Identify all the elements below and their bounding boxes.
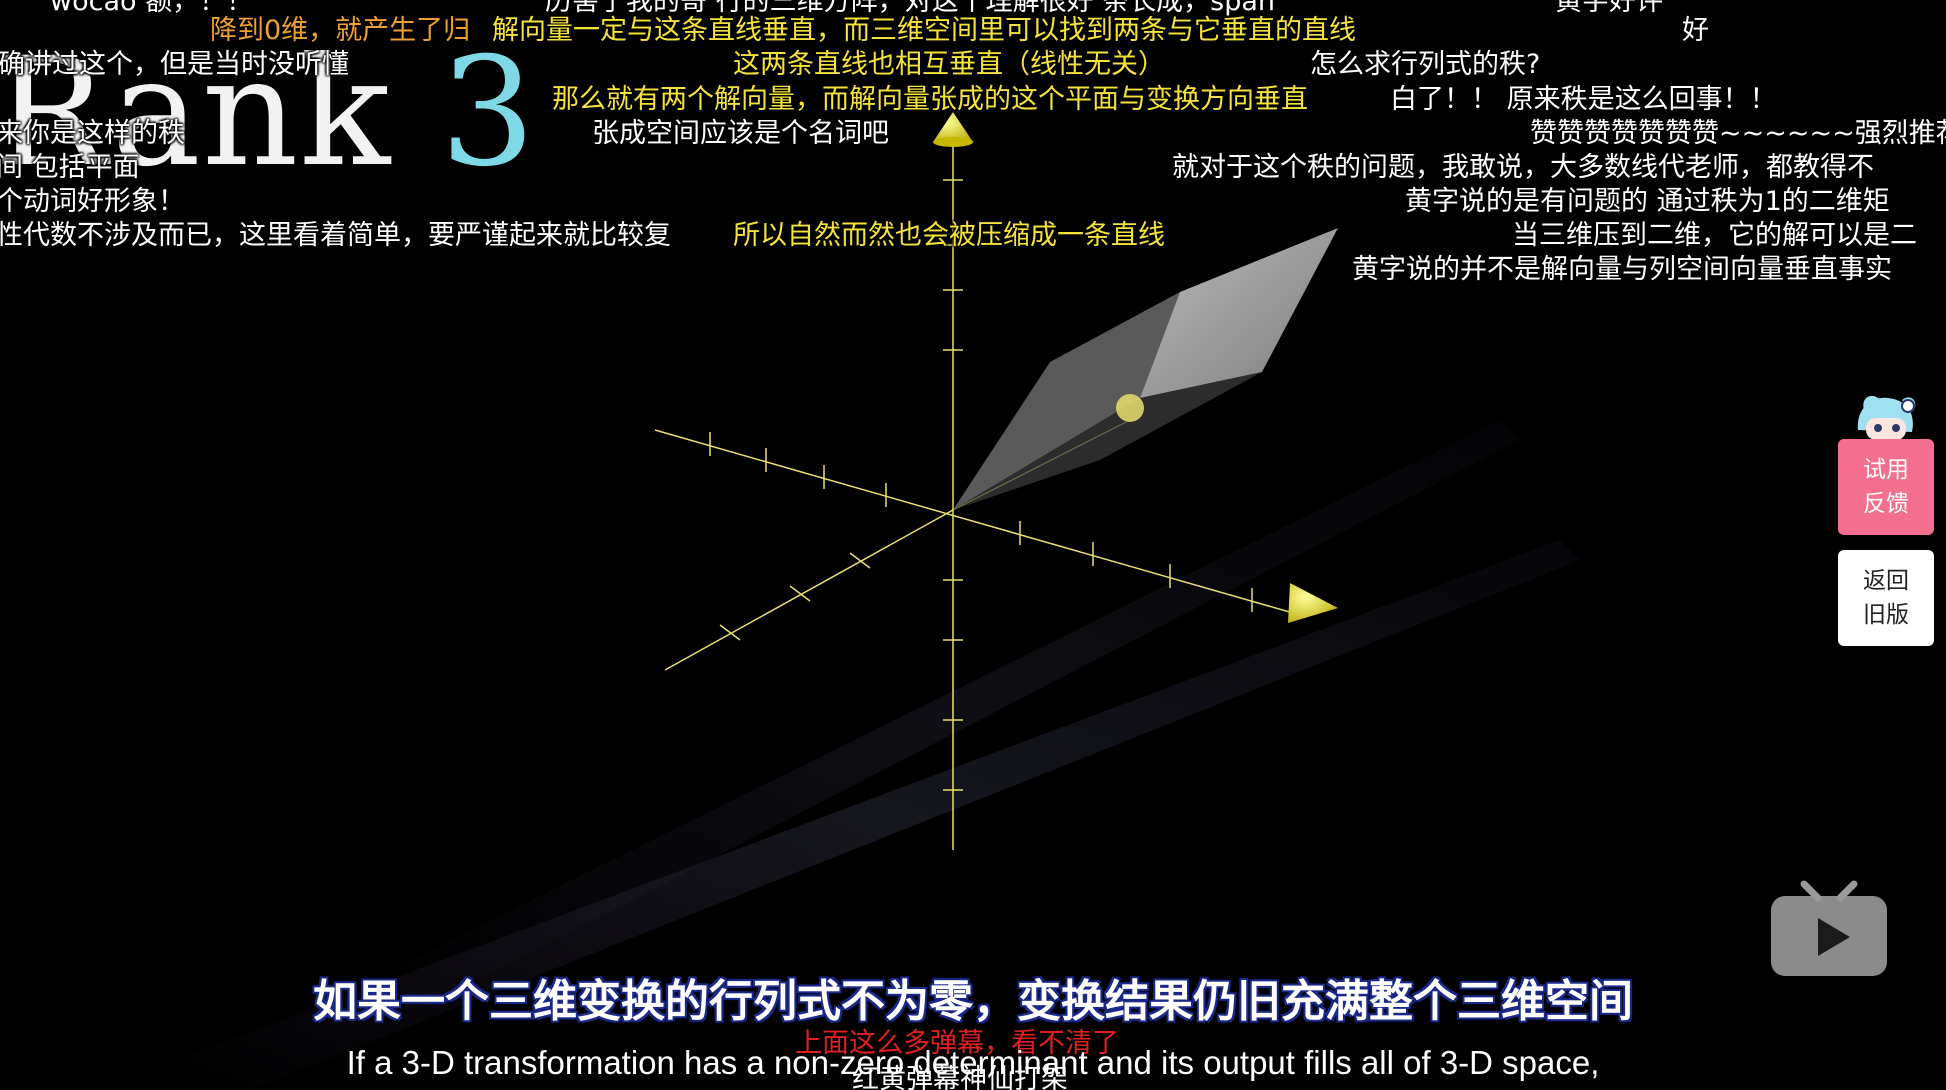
danmaku-comment: 确讲过这个，但是当时没听懂 [0,49,349,80]
danmaku-comment: wocao 额，！！ [50,0,254,17]
subtitle-chinese: 如果一个三维变换的行列式不为零，变换结果仍旧充满整个三维空间 [313,976,1633,1027]
rank-number: 3 [440,26,537,200]
bilibili-tv-play-icon[interactable] [1768,878,1890,982]
danmaku-comment: 黄字说的并不是解向量与列空间向量垂直事实 [1352,254,1892,285]
return-old-version-button[interactable]: 返回 旧版 [1838,550,1934,646]
danmaku-comment: 好 [1682,15,1709,46]
subtitle-english: If a 3-D transformation has a non-zero d… [346,1044,1600,1081]
x-basis-cone-icon [1288,583,1338,623]
danmaku-comment: 怎么求行列式的秩? [1310,49,1541,80]
z-basis-cone-base [933,137,973,147]
danmaku-comment: 赞赞赞赞赞赞赞~~~~~~强烈推荐 [1530,118,1946,149]
danmaku-comment: 那么就有两个解向量，而解向量张成的这个平面与变换方向垂直 [552,84,1308,115]
x-axis [654,429,1301,616]
trial-feedback-button[interactable]: 试用 反馈 [1838,439,1934,535]
danmaku-comment: 当三维压到二维，它的解可以是二 [1512,220,1917,251]
y-axis [664,509,954,671]
danmaku-comment: 降到0维，就产生了归 [210,15,471,46]
danmaku-comment: 黄字好评 [1555,0,1663,17]
danmaku-comment: 来你是这样的秩 [0,118,185,149]
basis-vector-tip [1116,394,1144,422]
danmaku-comment: 个动词好形象！ [0,186,185,217]
danmaku-comment: 黄字说的是有问题的 通过秩为1的二维矩 [1405,186,1890,217]
danmaku-comment: 性代数不涉及而已，这里看着简单，要严谨起来就比较复 [0,220,671,251]
danmaku-comment: 解向量一定与这条直线垂直，而三维空间里可以找到两条与它垂直的直线 [492,15,1356,46]
danmaku-comment: 这两条直线也相互垂直（线性无关） [733,49,1165,80]
return-old-version-label: 返回 旧版 [1863,568,1909,628]
bilibili-mascot-icon [1857,395,1916,440]
squished-space-streak [350,420,1520,1010]
trial-feedback-label: 试用 反馈 [1863,457,1909,517]
danmaku-comment: 所以自然而然也会被压缩成一条直线 [733,220,1165,251]
danmaku-comment: 张成空间应该是个名词吧 [592,118,889,149]
danmaku-comment: 历害了我的哥 行的三维方阵，对这个理解很好 条长成，span [545,0,1276,17]
danmaku-comment: 就对于这个秩的问题，我敢说，大多数线代老师，都教得不 [1172,152,1874,183]
video-player[interactable]: Rank 3 wocao 额，！！ 历害了我的哥 行的三维方阵，对这个理解很好 … [0,0,1946,1090]
danmaku-comment: 间 包括平面 [0,152,140,183]
danmaku-comment: 白了！！ 原来秩是这么回事！！ [1390,84,1777,115]
